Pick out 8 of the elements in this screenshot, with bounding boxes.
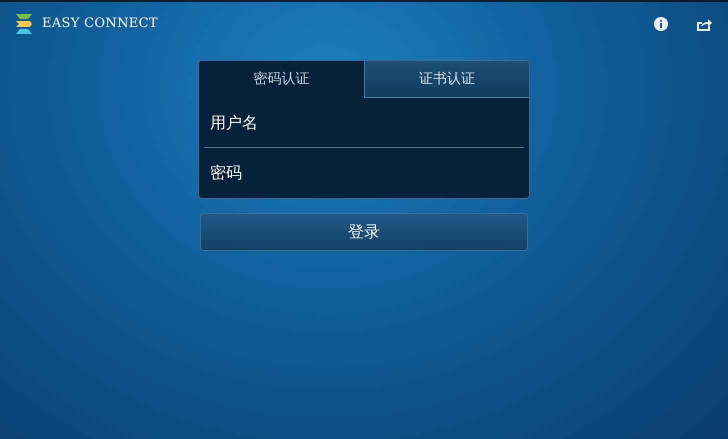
- info-icon[interactable]: [654, 17, 668, 31]
- login-button[interactable]: 登录: [200, 213, 528, 251]
- password-input[interactable]: 密码: [204, 161, 524, 185]
- username-input[interactable]: 用户名: [204, 110, 524, 134]
- logo-text: EASY CONNECT: [42, 15, 158, 34]
- share-icon[interactable]: [696, 17, 712, 31]
- logo-icon: [14, 13, 34, 35]
- auth-tab[interactable]: 证书认证: [364, 61, 529, 98]
